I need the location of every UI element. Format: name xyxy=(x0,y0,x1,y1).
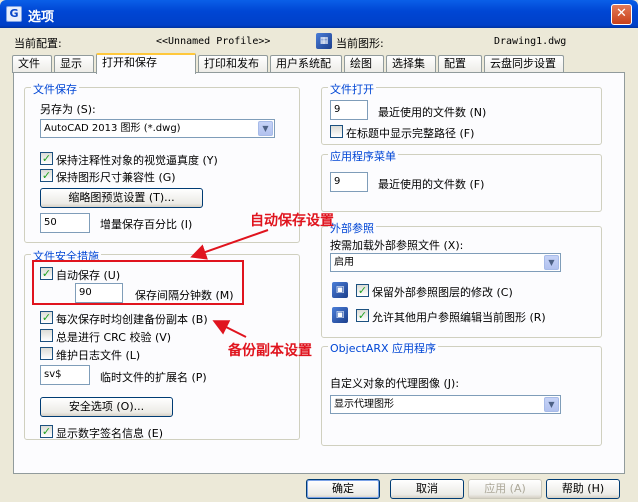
tab-files[interactable]: 文件 xyxy=(12,55,52,73)
allow-edit-label: 允许其他用户参照编辑当前图形 (R) xyxy=(372,311,546,324)
tab-plot-publish[interactable]: 打印和发布 xyxy=(198,55,268,73)
drawing-icon: ▦ xyxy=(316,33,332,49)
save-as-value: AutoCAD 2013 图形 (*.dwg) xyxy=(44,123,181,134)
save-as-select[interactable]: AutoCAD 2013 图形 (*.dwg) ▼ xyxy=(40,119,275,138)
annot-checkbox[interactable]: ✓ xyxy=(40,152,53,165)
log-checkbox[interactable] xyxy=(40,347,53,360)
allow-edit-checkbox[interactable]: ✓ xyxy=(356,309,369,322)
demand-load-value: 启用 xyxy=(334,257,354,268)
demand-load-select[interactable]: 启用 ▼ xyxy=(330,253,561,272)
full-path-checkbox[interactable] xyxy=(330,125,343,138)
xref-layer-icon: ▣ xyxy=(332,282,348,298)
app-menu-group: 应用程序菜单 9 最近使用的文件数 (F) xyxy=(321,148,602,212)
tab-profiles[interactable]: 配置 xyxy=(438,55,482,73)
app-menu-recent-label: 最近使用的文件数 (F) xyxy=(378,178,485,191)
arx-title: ObjectARX 应用程序 xyxy=(328,340,439,356)
help-button[interactable]: 帮助 (H) xyxy=(546,479,620,499)
drawing-label: 当前图形: xyxy=(336,37,384,50)
close-button[interactable]: ✕ xyxy=(611,4,632,25)
ok-button[interactable]: 确定 xyxy=(306,479,380,499)
save-as-label: 另存为 (S): xyxy=(40,103,96,116)
tab-display[interactable]: 显示 xyxy=(54,55,94,73)
digital-sig-label: 显示数字签名信息 (E) xyxy=(56,427,164,440)
app-menu-recent-input[interactable]: 9 xyxy=(330,172,368,192)
profile-value: <<Unnamed Profile>> xyxy=(156,36,271,47)
temp-ext-input[interactable]: sv$ xyxy=(40,365,90,385)
profile-label: 当前配置: xyxy=(14,37,62,50)
chevron-down-icon[interactable]: ▼ xyxy=(544,397,559,412)
tab-open-save[interactable]: 打开和保存 xyxy=(96,53,196,74)
window-title: 选项 xyxy=(28,10,55,25)
arx-group: ObjectARX 应用程序 自定义对象的代理图像 (J): 显示代理图形 ▼ xyxy=(321,340,602,446)
full-path-label: 在标题中显示完整路径 (F) xyxy=(346,127,475,140)
cancel-button[interactable]: 取消 xyxy=(390,479,464,499)
temp-ext-label: 临时文件的扩展名 (P) xyxy=(100,371,207,384)
proxy-label: 自定义对象的代理图像 (J): xyxy=(330,377,460,390)
annot-label: 保持注释性对象的视觉逼真度 (Y) xyxy=(56,154,218,167)
apply-button[interactable]: 应用 (A) xyxy=(468,479,542,499)
drawing-value: Drawing1.dwg xyxy=(494,36,567,47)
backup-note: 备份副本设置 xyxy=(228,343,312,359)
log-label: 维护日志文件 (L) xyxy=(56,349,141,362)
recent-files-label: 最近使用的文件数 (N) xyxy=(378,106,487,119)
file-open-title: 文件打开 xyxy=(328,81,376,97)
tab-drafting[interactable]: 绘图 xyxy=(344,55,384,73)
file-open-group: 文件打开 9 最近使用的文件数 (N) 在标题中显示完整路径 (F) xyxy=(321,81,602,145)
chevron-down-icon[interactable]: ▼ xyxy=(544,255,559,270)
autosave-note: 自动保存设置 xyxy=(250,213,334,229)
thumbnail-settings-button[interactable]: 缩略图预览设置 (T)... xyxy=(40,188,203,208)
app-icon: G xyxy=(6,6,22,22)
tab-selection[interactable]: 选择集 xyxy=(386,55,436,73)
security-options-button[interactable]: 安全选项 (O)... xyxy=(40,397,173,417)
crc-label: 总是进行 CRC 校验 (V) xyxy=(56,331,172,344)
xref-edit-icon: ▣ xyxy=(332,307,348,323)
file-save-title: 文件保存 xyxy=(31,81,79,97)
chevron-down-icon[interactable]: ▼ xyxy=(258,121,273,136)
incremental-save-label: 增量保存百分比 (I) xyxy=(100,218,193,231)
proxy-select[interactable]: 显示代理图形 ▼ xyxy=(330,395,561,414)
retain-xref-checkbox[interactable]: ✓ xyxy=(356,284,369,297)
backup-checkbox[interactable]: ✓ xyxy=(40,311,53,324)
backup-label: 每次保存时均创建备份副本 (B) xyxy=(56,313,208,326)
digital-sig-checkbox[interactable]: ✓ xyxy=(40,425,53,438)
size-compat-checkbox[interactable]: ✓ xyxy=(40,169,53,182)
xref-title: 外部参照 xyxy=(328,220,376,236)
tab-cloud-sync[interactable]: 云盘同步设置 xyxy=(484,55,564,73)
recent-files-input[interactable]: 9 xyxy=(330,100,368,120)
xref-group: 外部参照 按需加载外部参照文件 (X): 启用 ▼ ▣ ✓ 保留外部参照图层的修… xyxy=(321,220,602,338)
crc-checkbox[interactable] xyxy=(40,329,53,342)
tab-user-prefs[interactable]: 用户系统配置 xyxy=(270,55,342,86)
proxy-value: 显示代理图形 xyxy=(334,399,394,410)
size-compat-label: 保持图形尺寸兼容性 (G) xyxy=(56,171,176,184)
autosave-highlight-box xyxy=(32,260,244,305)
demand-load-label: 按需加载外部参照文件 (X): xyxy=(330,239,464,252)
retain-xref-label: 保留外部参照图层的修改 (C) xyxy=(372,286,513,299)
incremental-save-input[interactable]: 50 xyxy=(40,213,90,233)
title-bar: G 选项 ✕ xyxy=(0,0,638,28)
app-menu-title: 应用程序菜单 xyxy=(328,148,398,164)
